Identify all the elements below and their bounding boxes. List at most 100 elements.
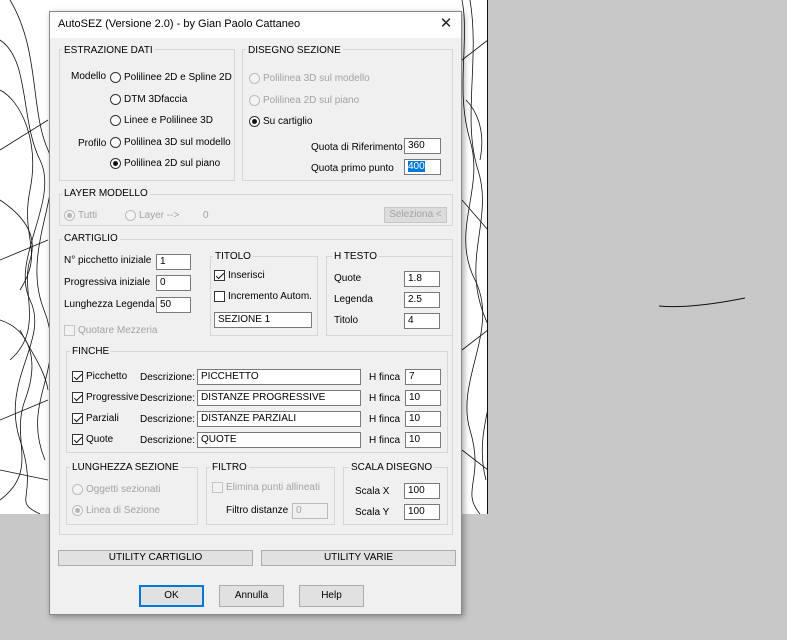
finca-parziali-hfinca-input[interactable]: 10	[405, 411, 441, 427]
picchetto-iniziale-label: N° picchetto iniziale	[64, 255, 152, 266]
close-icon[interactable]: ✕	[437, 15, 455, 33]
titolo-input[interactable]: SEZIONE 1	[214, 312, 312, 328]
lunghezza-legenda-input[interactable]: 50	[156, 297, 191, 313]
radio-polilinea-2d-piano[interactable]	[110, 158, 121, 169]
disegno-sezione-title: DISEGNO SEZIONE	[246, 45, 343, 56]
estrazione-dati-title: ESTRAZIONE DATI	[62, 45, 155, 56]
quota-riferimento-input[interactable]: 360	[404, 138, 441, 154]
radio-su-cartiglio[interactable]	[249, 116, 260, 127]
finca-quote-descrizione-input[interactable]: QUOTE	[197, 432, 361, 448]
lunghezza-sezione-title: LUNGHEZZA SEZIONE	[70, 462, 181, 473]
layer-value: 0	[203, 210, 209, 221]
quota-primo-punto-selected-text: 400	[408, 161, 425, 172]
layer-modello-title: LAYER MODELLO	[62, 188, 150, 199]
quotare-mezzeria-label: Quotare Mezzeria	[78, 325, 158, 336]
finca-parziali-descrizione-label: Descrizione:	[140, 414, 196, 425]
radio-disegno-polilinea-2d-label: Polilinea 2D sul piano	[263, 95, 360, 106]
quotare-mezzeria-checkbox[interactable]	[64, 325, 75, 336]
finca-quote-descrizione-label: Descrizione:	[140, 435, 196, 446]
modello-label: Modello	[71, 71, 107, 82]
elimina-punti-label: Elimina punti allineati	[226, 482, 320, 493]
utility-varie-button[interactable]: UTILITY VARIE	[261, 550, 456, 566]
h-titolo-input[interactable]: 4	[404, 313, 440, 329]
radio-layer-label: Layer -->	[139, 210, 180, 221]
scala-y-input[interactable]: 100	[404, 504, 440, 520]
finche-title: FINCHE	[70, 346, 112, 357]
finca-quote-hfinca-input[interactable]: 10	[405, 432, 441, 448]
radio-dtm-3dfaccia[interactable]	[110, 94, 121, 105]
help-button[interactable]: Help	[299, 585, 364, 607]
quota-riferimento-label: Quota di Riferimento	[311, 142, 403, 153]
radio-dtm-3dfaccia-label: DTM 3Dfaccia	[124, 94, 188, 105]
finca-picchetto-hfinca-input[interactable]: 7	[405, 369, 441, 385]
radio-oggetti-sezionati-label: Oggetti sezionati	[86, 484, 161, 495]
finca-picchetto-checkbox[interactable]	[72, 371, 83, 382]
lunghezza-legenda-label: Lunghezza Legenda	[64, 299, 155, 310]
radio-linea-sezione-label: Linea di Sezione	[86, 505, 160, 516]
h-quote-input[interactable]: 1.8	[404, 271, 440, 287]
titolo-title: TITOLO	[213, 251, 253, 262]
finca-progressive-descrizione-label: Descrizione:	[140, 393, 196, 404]
finca-quote-checkbox[interactable]	[72, 434, 83, 445]
finca-progressive-hfinca-label: H finca	[369, 393, 401, 404]
filtro-distanze-label: Filtro distanze	[226, 505, 289, 516]
finca-parziali-label: Parziali	[86, 413, 119, 424]
h-quote-label: Quote	[334, 273, 362, 284]
progressiva-iniziale-label: Progressiva iniziale	[64, 277, 151, 288]
radio-disegno-polilinea-3d[interactable]	[249, 73, 260, 84]
annulla-button[interactable]: Annulla	[219, 585, 284, 607]
finca-picchetto-hfinca-label: H finca	[369, 372, 401, 383]
finca-quote-label: Quote	[86, 434, 114, 445]
title-bar: AutoSEZ (Versione 2.0) - by Gian Paolo C…	[50, 12, 461, 38]
finca-picchetto-descrizione-input[interactable]: PICCHETTO	[197, 369, 361, 385]
quota-primo-punto-label: Quota primo punto	[311, 163, 394, 174]
finca-parziali-hfinca-label: H finca	[369, 414, 401, 425]
utility-cartiglio-button[interactable]: UTILITY CARTIGLIO	[58, 550, 253, 566]
ok-button[interactable]: OK	[139, 585, 204, 607]
h-titolo-label: Titolo	[334, 315, 359, 326]
h-legenda-label: Legenda	[334, 294, 373, 305]
inserisci-checkbox[interactable]	[214, 270, 225, 281]
radio-disegno-polilinea-2d[interactable]	[249, 95, 260, 106]
radio-linea-sezione[interactable]	[72, 505, 83, 516]
radio-layer[interactable]	[125, 210, 136, 221]
picchetto-iniziale-input[interactable]: 1	[156, 254, 191, 270]
radio-disegno-polilinea-3d-label: Polilinea 3D sul modello	[263, 73, 370, 84]
finca-progressive-hfinca-input[interactable]: 10	[405, 390, 441, 406]
scala-disegno-title: SCALA DISEGNO	[349, 462, 435, 473]
finca-quote-hfinca-label: H finca	[369, 435, 401, 446]
dialog-title: AutoSEZ (Versione 2.0) - by Gian Paolo C…	[58, 18, 301, 30]
filtro-title: FILTRO	[210, 462, 249, 473]
radio-polilinea-3d-modello-label: Polilinea 3D sul modello	[124, 137, 231, 148]
radio-linee-polilinee-3d-label: Linee e Polilinee 3D	[124, 115, 213, 126]
filtro-distanze-input[interactable]: 0	[292, 503, 328, 519]
progressiva-iniziale-input[interactable]: 0	[156, 275, 191, 291]
finca-progressive-checkbox[interactable]	[72, 392, 83, 403]
cartiglio-title: CARTIGLIO	[62, 233, 120, 244]
finca-progressive-label: Progressive	[86, 392, 139, 403]
scala-x-input[interactable]: 100	[404, 483, 440, 499]
incremento-autom-label: Incremento Autom.	[228, 291, 312, 302]
finca-progressive-descrizione-input[interactable]: DISTANZE PROGRESSIVE	[197, 390, 361, 406]
radio-polilinee-2d-spline[interactable]	[110, 72, 121, 83]
radio-polilinea-2d-piano-label: Polilinea 2D sul piano	[124, 158, 221, 169]
seleziona-button[interactable]: Seleziona <	[384, 207, 447, 223]
profilo-label: Profilo	[78, 138, 107, 149]
finca-parziali-checkbox[interactable]	[72, 413, 83, 424]
h-testo-title: H TESTO	[332, 251, 379, 262]
radio-polilinea-3d-modello[interactable]	[110, 137, 121, 148]
radio-oggetti-sezionati[interactable]	[72, 484, 83, 495]
radio-tutti-label: Tutti	[78, 210, 98, 221]
h-legenda-input[interactable]: 2.5	[404, 292, 440, 308]
incremento-autom-checkbox[interactable]	[214, 291, 225, 302]
finca-picchetto-label: Picchetto	[86, 371, 128, 382]
elimina-punti-checkbox[interactable]	[212, 482, 223, 493]
quota-primo-punto-input[interactable]: 400	[404, 159, 441, 175]
radio-tutti[interactable]	[64, 210, 75, 221]
radio-su-cartiglio-label: Su cartiglio	[263, 116, 313, 127]
radio-linee-polilinee-3d[interactable]	[110, 115, 121, 126]
autosez-dialog: AutoSEZ (Versione 2.0) - by Gian Paolo C…	[49, 11, 462, 615]
inserisci-label: Inserisci	[228, 270, 265, 281]
scala-y-label: Scala Y	[355, 507, 390, 518]
finca-parziali-descrizione-input[interactable]: DISTANZE PARZIALI	[197, 411, 361, 427]
